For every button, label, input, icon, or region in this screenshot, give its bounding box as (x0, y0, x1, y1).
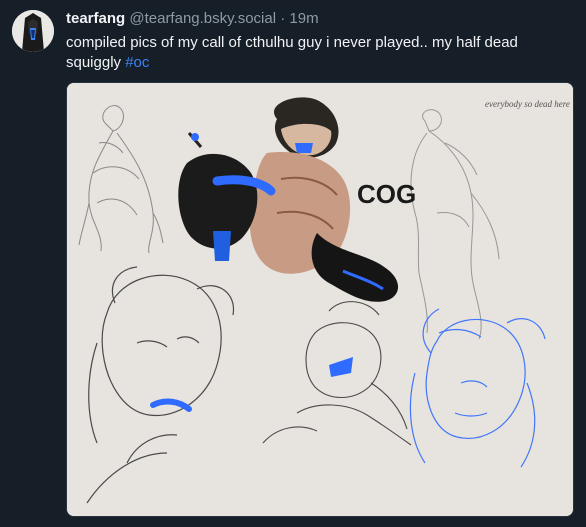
author-display-name[interactable]: tearfang (66, 10, 125, 27)
sketch-note-text: everybody so dead here (485, 99, 570, 109)
avatar[interactable] (12, 10, 54, 52)
post-text: compiled pics of my call of cthulhu guy … (66, 33, 571, 73)
sketch-logo-text: COG (357, 179, 416, 209)
post-card[interactable]: tearfang @tearfang.bsky.social · 19m com… (0, 0, 586, 527)
avatar-image (12, 10, 54, 52)
sketch-artwork-image: everybody so dead here COG (67, 83, 573, 516)
post-header: tearfang @tearfang.bsky.social · 19m (66, 10, 319, 28)
author-handle[interactable]: @tearfang.bsky.social (129, 10, 276, 27)
post-timestamp[interactable]: 19m (289, 10, 318, 27)
meta-separator: · (280, 10, 286, 27)
hashtag-link[interactable]: #oc (125, 54, 149, 71)
post-image[interactable]: everybody so dead here COG (66, 82, 574, 517)
